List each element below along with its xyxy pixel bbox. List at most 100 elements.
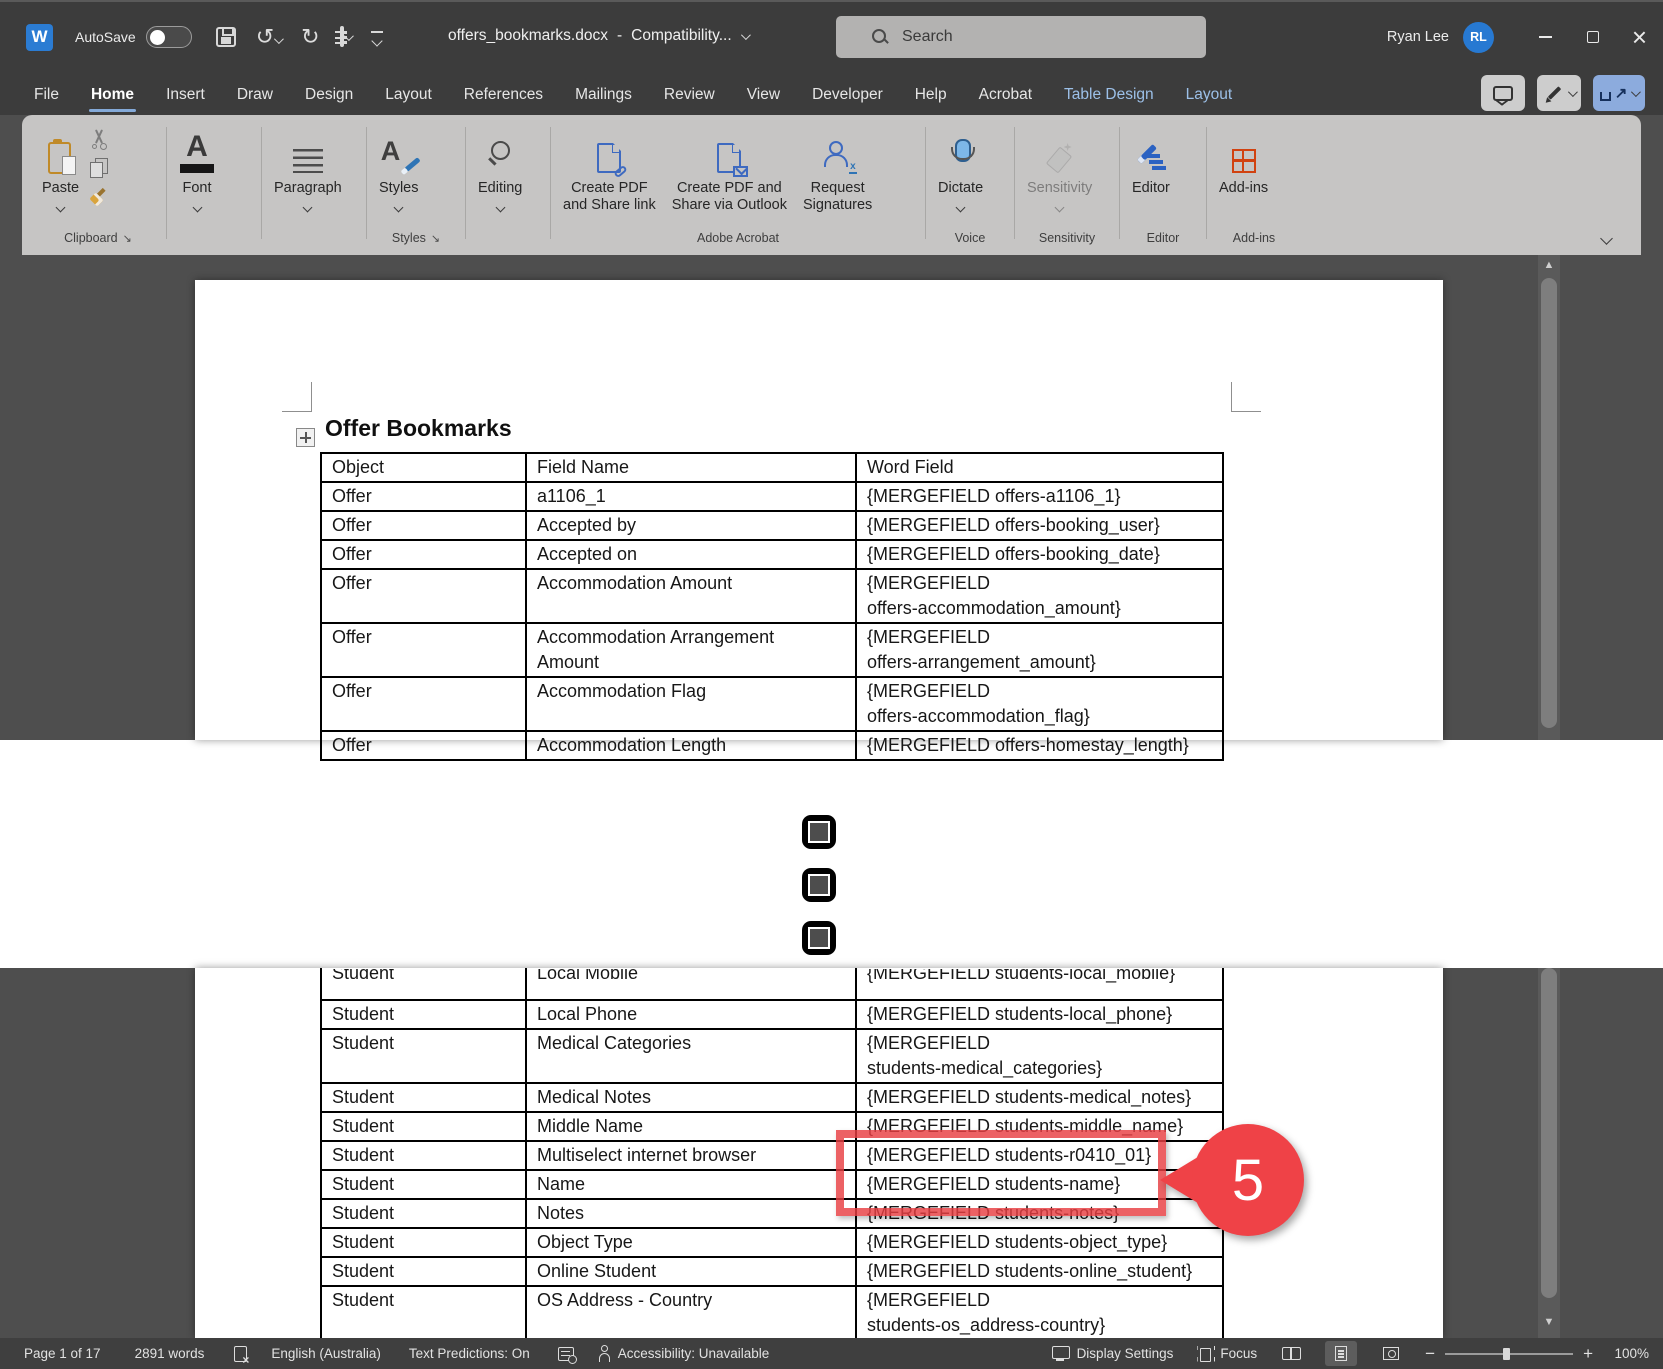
cell-word-field[interactable]: {MERGEFIELD offers-homestay_length} [856,731,1223,760]
tab-insert[interactable]: Insert [150,74,221,115]
tab-layout-contextual[interactable]: Layout [1170,74,1249,115]
close-button[interactable]: × [1616,9,1663,65]
zoom-level[interactable]: 100% [1603,1346,1649,1361]
request-signatures-button[interactable]: x Request Signatures [795,125,880,216]
page-indicator[interactable]: Page 1 of 17 [24,1346,101,1361]
share-button[interactable]: ↗ [1593,75,1645,111]
cell-field[interactable]: Accepted by [526,511,856,540]
copy-icon[interactable] [90,158,108,178]
web-layout-button[interactable] [1375,1341,1407,1366]
cell-word-field[interactable]: {MERGEFIELD offers-arrangement_amount} [856,623,1223,677]
cell-field[interactable]: Accommodation Amount [526,569,856,623]
format-painter-icon[interactable] [89,187,109,207]
cell-word-field[interactable]: {MERGEFIELD offers-booking_date} [856,540,1223,569]
tab-help[interactable]: Help [899,74,963,115]
customize-qat-icon[interactable] [371,31,383,43]
cell-object[interactable]: Student [321,1112,526,1141]
print-layout-button[interactable] [1325,1341,1357,1366]
zoom-out-button[interactable]: − [1425,1345,1435,1362]
cell-object[interactable]: Student [321,1228,526,1257]
table-move-handle-icon[interactable] [296,428,315,447]
create-pdf-share-link-button[interactable]: Create PDF and Share link [555,125,664,216]
tab-home[interactable]: Home [75,74,150,115]
tab-view[interactable]: View [731,74,796,115]
cell-object[interactable]: Student [321,1000,526,1029]
scroll-up-icon[interactable]: ▲ [1541,259,1557,271]
cell-field[interactable]: Accepted on [526,540,856,569]
paste-button[interactable]: Paste [34,125,87,213]
cell-object[interactable]: Offer [321,540,526,569]
cell-object[interactable]: Student [321,1170,526,1199]
avatar[interactable]: RL [1463,22,1494,53]
cell-field[interactable]: Accommodation Length [526,731,856,760]
cell-field[interactable]: Local Mobile [526,968,856,1000]
header-field-name[interactable]: Field Name [526,453,856,482]
cell-object[interactable]: Student [321,1029,526,1083]
document-title[interactable]: offers_bookmarks.docx - Compatibility... [448,27,748,45]
editing-button[interactable]: Editing [470,125,530,213]
autosave-toggle[interactable] [146,26,192,48]
vertical-scrollbar-thumb-bottom[interactable] [1541,968,1557,1298]
tab-layout[interactable]: Layout [369,74,448,115]
document-heading[interactable]: Offer Bookmarks [325,415,512,442]
clipboard-dialog-launcher-icon[interactable]: ↘ [123,233,132,245]
save-icon[interactable] [216,27,236,47]
accessibility-status[interactable]: Accessibility: Unavailable [598,1345,770,1362]
addins-button[interactable]: Add-ins [1211,125,1276,199]
text-predictions[interactable]: Text Predictions: On [409,1346,530,1361]
comments-button[interactable] [1481,75,1525,111]
zoom-slider[interactable] [1445,1353,1573,1355]
cell-object[interactable]: Offer [321,731,526,760]
tab-mailings[interactable]: Mailings [559,74,648,115]
editing-mode-button[interactable] [1537,75,1581,111]
cut-icon[interactable] [90,129,108,149]
cell-object[interactable]: Offer [321,482,526,511]
collapse-ribbon-icon[interactable] [1600,232,1613,245]
cell-word-field[interactable]: {MERGEFIELD students-os_address-country} [856,1286,1223,1340]
cell-word-field[interactable]: {MERGEFIELD students-local_phone} [856,1000,1223,1029]
zoom-in-button[interactable]: + [1583,1345,1593,1362]
display-settings-button[interactable]: Display Settings [1052,1346,1174,1361]
undo-chevron-icon[interactable] [274,34,284,44]
cell-object[interactable]: Offer [321,623,526,677]
cell-word-field[interactable]: {MERGEFIELD students-medical_notes} [856,1083,1223,1112]
header-word-field[interactable]: Word Field [856,453,1223,482]
cell-field[interactable]: Multiselect internet browser [526,1141,856,1170]
tab-table-design[interactable]: Table Design [1048,74,1170,115]
undo-button[interactable]: ↺ [256,26,281,49]
maximize-button[interactable] [1569,9,1616,65]
cell-field[interactable]: Middle Name [526,1112,856,1141]
tab-developer[interactable]: Developer [796,74,899,115]
cell-word-field[interactable]: {MERGEFIELD offers-accommodation_flag} [856,677,1223,731]
dictate-button[interactable]: Dictate [930,125,991,213]
create-pdf-outlook-button[interactable]: Create PDF and Share via Outlook [664,125,795,216]
cell-word-field[interactable]: {MERGEFIELD students-online_student} [856,1257,1223,1286]
cell-word-field[interactable]: {MERGEFIELD offers-booking_user} [856,511,1223,540]
cell-object[interactable]: Offer [321,569,526,623]
tab-acrobat[interactable]: Acrobat [963,74,1048,115]
proofing-status[interactable] [234,1346,247,1362]
pane-button[interactable] [340,28,351,46]
tab-review[interactable]: Review [648,74,731,115]
vertical-scrollbar-thumb[interactable] [1541,278,1557,728]
cell-field[interactable]: Accommodation Flag [526,677,856,731]
cell-field[interactable]: Object Type [526,1228,856,1257]
cell-word-field[interactable]: {MERGEFIELD students-local_mobile} [856,968,1223,1000]
word-count[interactable]: 2891 words [135,1346,205,1361]
read-mode-button[interactable] [1275,1341,1307,1366]
cell-object[interactable]: Offer [321,677,526,731]
cell-word-field[interactable]: {MERGEFIELD students-medical_categories} [856,1029,1223,1083]
paragraph-button[interactable]: Paragraph [266,125,350,213]
cell-object[interactable]: Offer [321,511,526,540]
tab-design[interactable]: Design [289,74,369,115]
header-object[interactable]: Object [321,453,526,482]
font-button[interactable]: A Font [171,125,223,213]
focus-button[interactable]: Focus [1197,1346,1257,1362]
styles-dialog-launcher-icon[interactable]: ↘ [431,233,440,245]
scroll-down-icon[interactable]: ▼ [1541,1316,1557,1328]
cell-word-field[interactable]: {MERGEFIELD offers-a1106_1} [856,482,1223,511]
minimize-button[interactable] [1522,9,1569,65]
cell-field[interactable]: a1106_1 [526,482,856,511]
cell-object[interactable]: Student [321,1257,526,1286]
cell-field[interactable]: Medical Notes [526,1083,856,1112]
